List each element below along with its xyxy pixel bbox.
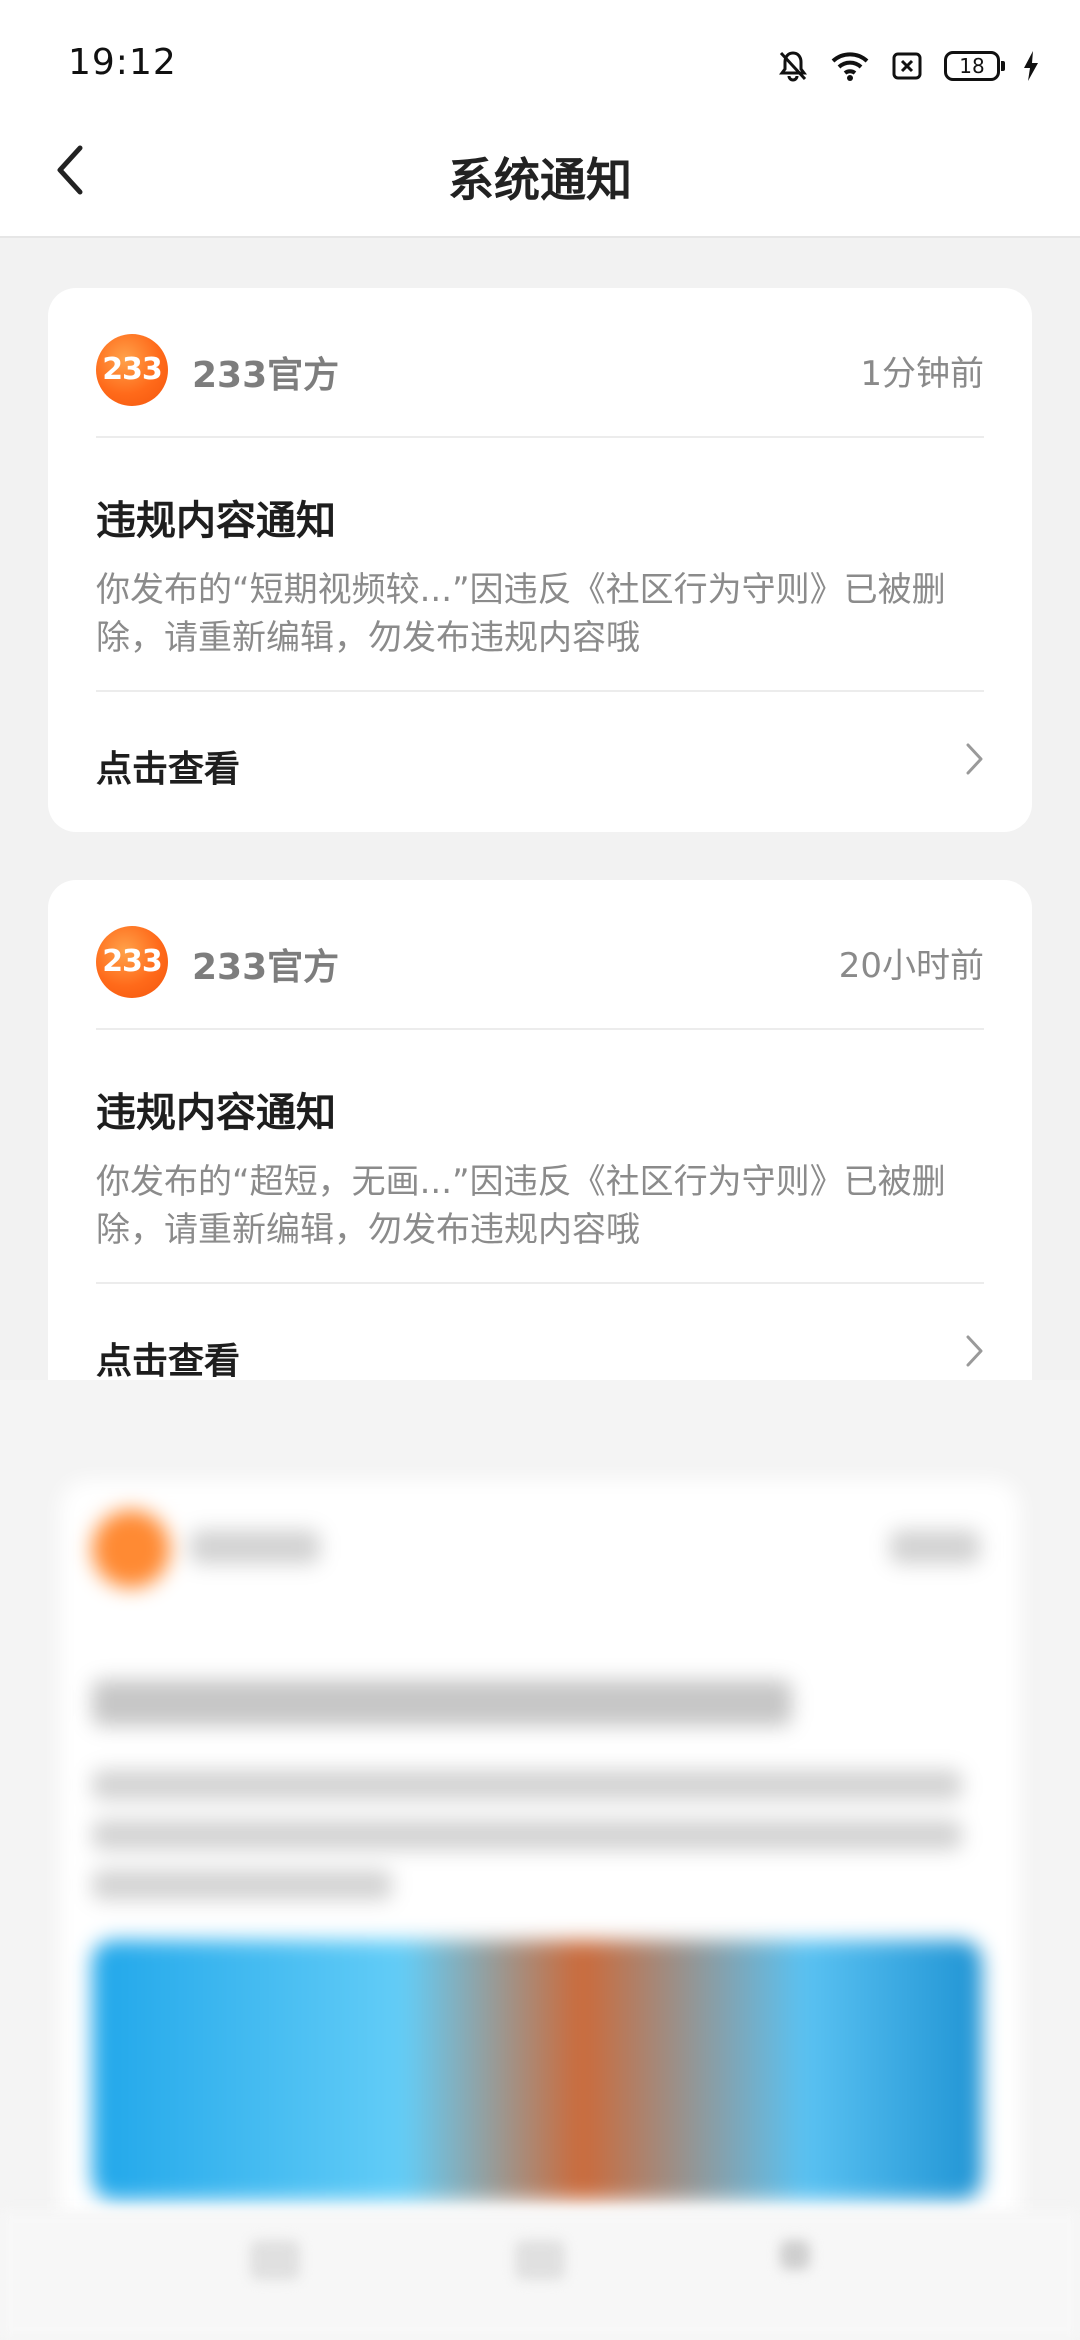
nav-item-blurred: [515, 2240, 565, 2280]
bell-muted-icon: [778, 50, 808, 82]
sender-name: 233官方: [192, 355, 340, 396]
avatar[interactable]: 233: [96, 334, 168, 406]
view-details-link[interactable]: 点击查看: [96, 740, 240, 792]
blurred-text: [890, 1530, 980, 1564]
wifi-icon: [830, 50, 870, 82]
notification-card: 233 233官方 1分钟前 违规内容通知 你发布的“短期视频较...”因违反《…: [48, 288, 1032, 832]
nav-item-blurred: [250, 2240, 300, 2280]
view-details-link[interactable]: 点击查看: [96, 1332, 240, 1384]
blurred-avatar: [92, 1510, 170, 1588]
battery-icon: 18: [944, 51, 1005, 81]
status-time: 19:12: [68, 42, 177, 83]
blurred-image: [92, 1940, 982, 2200]
card-header: 233 233官方 1分钟前: [96, 288, 984, 438]
notification-body: 你发布的“超短，无画...”因违反《社区行为守则》已被删除，请重新编辑，勿发布违…: [96, 1162, 946, 1250]
notification-time: 1分钟前: [860, 354, 984, 394]
header: 系统通知: [0, 120, 1080, 238]
nav-item-blurred: [780, 2240, 810, 2270]
notification-title: 违规内容通知: [96, 498, 336, 544]
notification-body: 你发布的“短期视频较...”因违反《社区行为守则》已被删除，请重新编辑，勿发布违…: [96, 570, 946, 658]
avatar[interactable]: 233: [96, 926, 168, 998]
status-bar: 19:12 18: [0, 0, 1080, 120]
blurred-text: [92, 1770, 962, 1800]
blurred-text: [92, 1820, 962, 1850]
card-header: 233 233官方 20小时前: [96, 880, 984, 1030]
view-details-row[interactable]: 点击查看: [96, 690, 984, 830]
blurred-notification-card: [60, 1480, 1020, 2240]
blurred-text: [190, 1530, 320, 1564]
blurred-region: [0, 1380, 1080, 2340]
chevron-right-icon: [964, 1334, 984, 1372]
charging-icon: [1022, 50, 1040, 82]
notification-card: 233 233官方 20小时前 违规内容通知 你发布的“超短，无画...”因违反…: [48, 880, 1032, 1424]
notification-title: 违规内容通知: [96, 1090, 336, 1136]
sim-card-icon: [892, 52, 922, 80]
notification-time: 20小时前: [838, 946, 984, 986]
blurred-text: [92, 1870, 392, 1900]
sender-name: 233官方: [192, 947, 340, 988]
page-title: 系统通知: [448, 153, 632, 207]
chevron-right-icon: [964, 742, 984, 780]
status-icons: 18: [778, 44, 1040, 88]
blurred-text: [92, 1680, 792, 1726]
